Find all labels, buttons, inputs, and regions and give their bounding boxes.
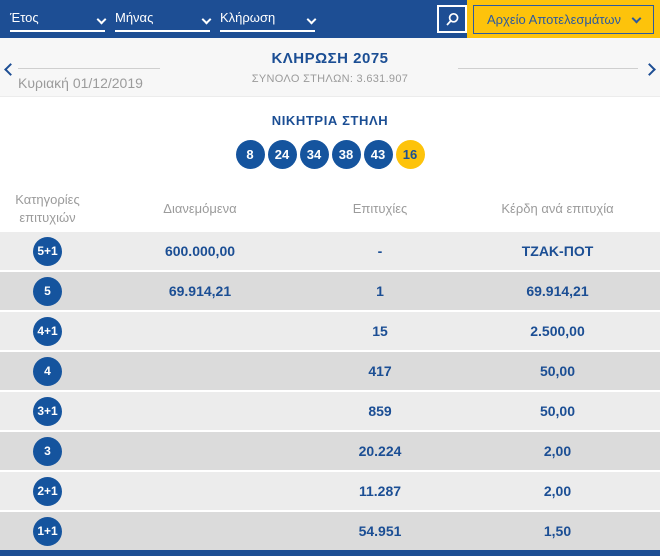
prize-value: ΤΖΑΚ-ΠΟΤ — [455, 243, 660, 259]
month-dropdown-label: Μήνας — [115, 10, 153, 25]
month-dropdown[interactable]: Μήνας — [115, 6, 210, 32]
table-row: 2+1 11.287 2,00 — [0, 472, 660, 510]
winning-number-ball: 34 — [300, 140, 329, 169]
winning-numbers: 8 24 34 38 43 16 — [0, 140, 660, 169]
archive-results-label: Αρχείο Αποτελεσμάτων — [487, 12, 621, 27]
archive-results-button[interactable]: Αρχείο Αποτελεσμάτων — [473, 5, 654, 34]
winning-number-ball: 43 — [364, 140, 393, 169]
chevron-down-icon — [632, 13, 642, 23]
winning-number-ball: 24 — [268, 140, 297, 169]
chevron-down-icon — [202, 15, 212, 25]
category-badge: 2+1 — [33, 477, 62, 506]
table-row: 4+1 15 2.500,00 — [0, 312, 660, 350]
header-categories: Κατηγορίες επιτυχιών — [0, 191, 95, 226]
header-distributed: Διανεμόμενα — [95, 201, 305, 216]
distributed-value: 69.914,21 — [95, 283, 305, 299]
search-button[interactable] — [437, 5, 467, 33]
table-row: 1+1 54.951 1,50 — [0, 512, 660, 550]
hits-value: 859 — [305, 403, 455, 419]
category-badge: 5 — [33, 277, 62, 306]
category-badge: 1+1 — [33, 517, 62, 546]
table-row: 4 417 50,00 — [0, 352, 660, 390]
winning-number-ball: 38 — [332, 140, 361, 169]
category-badge: 3 — [33, 437, 62, 466]
header-hits: Επιτυχίες — [305, 201, 455, 216]
hits-value: 54.951 — [305, 523, 455, 539]
category-badge: 5+1 — [33, 237, 62, 266]
table-row: 5+1 600.000,00 - ΤΖΑΚ-ΠΟΤ — [0, 232, 660, 270]
hits-value: 15 — [305, 323, 455, 339]
filter-bar-left: Έτος Μήνας Κλήρωση — [0, 0, 467, 38]
search-icon — [445, 12, 460, 27]
category-badge: 4+1 — [33, 317, 62, 346]
winning-column-section: ΝΙΚΗΤΡΙΑ ΣΤΗΛΗ 8 24 34 38 43 16 — [0, 97, 660, 185]
draw-header: Κυριακή 01/12/2019 ΚΛΗΡΩΣΗ 2075 ΣΥΝΟΛΟ Σ… — [0, 38, 660, 97]
category-badge: 3+1 — [33, 397, 62, 426]
winning-number-ball: 8 — [236, 140, 265, 169]
year-dropdown-label: Έτος — [10, 10, 39, 25]
hits-value: 1 — [305, 283, 455, 299]
hits-value: - — [305, 243, 455, 259]
results-table: Κατηγορίες επιτυχιών Διανεμόμενα Επιτυχί… — [0, 185, 660, 550]
prize-value: 50,00 — [455, 403, 660, 419]
next-draw-button[interactable] — [643, 60, 656, 79]
table-row: 5 69.914,21 1 69.914,21 — [0, 272, 660, 310]
total-columns-label: ΣΥΝΟΛΟ ΣΤΗΛΩΝ: 3.631.907 — [0, 73, 660, 85]
filter-bar: Έτος Μήνας Κλήρωση Αρχείο Αποτελεσμάτων — [0, 0, 660, 38]
distributed-value: 600.000,00 — [95, 243, 305, 259]
hits-value: 11.287 — [305, 483, 455, 499]
chevron-down-icon — [97, 15, 107, 25]
table-body: 5+1 600.000,00 - ΤΖΑΚ-ΠΟΤ 5 69.914,21 1 … — [0, 232, 660, 550]
table-header-row: Κατηγορίες επιτυχιών Διανεμόμενα Επιτυχί… — [0, 185, 660, 232]
header-prize-per-hit: Κέρδη ανά επιτυχία — [455, 201, 660, 216]
draw-title: ΚΛΗΡΩΣΗ 2075 — [0, 50, 660, 67]
draw-dropdown[interactable]: Κλήρωση — [220, 6, 315, 32]
prize-value: 2,00 — [455, 443, 660, 459]
table-row: 3 20.224 2,00 — [0, 432, 660, 470]
footer-bar — [0, 550, 660, 556]
chevron-right-icon — [643, 63, 656, 76]
prize-value: 2,00 — [455, 483, 660, 499]
divider-line — [458, 68, 638, 69]
year-dropdown[interactable]: Έτος — [10, 6, 105, 32]
winning-column-title: ΝΙΚΗΤΡΙΑ ΣΤΗΛΗ — [0, 113, 660, 128]
category-badge: 4 — [33, 357, 62, 386]
prize-value: 50,00 — [455, 363, 660, 379]
prize-value: 2.500,00 — [455, 323, 660, 339]
prize-value: 69.914,21 — [455, 283, 660, 299]
chevron-down-icon — [307, 15, 317, 25]
prize-value: 1,50 — [455, 523, 660, 539]
table-row: 3+1 859 50,00 — [0, 392, 660, 430]
draw-dropdown-label: Κλήρωση — [220, 10, 275, 25]
hits-value: 417 — [305, 363, 455, 379]
filter-bar-yellow-panel: Αρχείο Αποτελεσμάτων — [467, 0, 660, 38]
hits-value: 20.224 — [305, 443, 455, 459]
bonus-number-ball: 16 — [396, 140, 425, 169]
